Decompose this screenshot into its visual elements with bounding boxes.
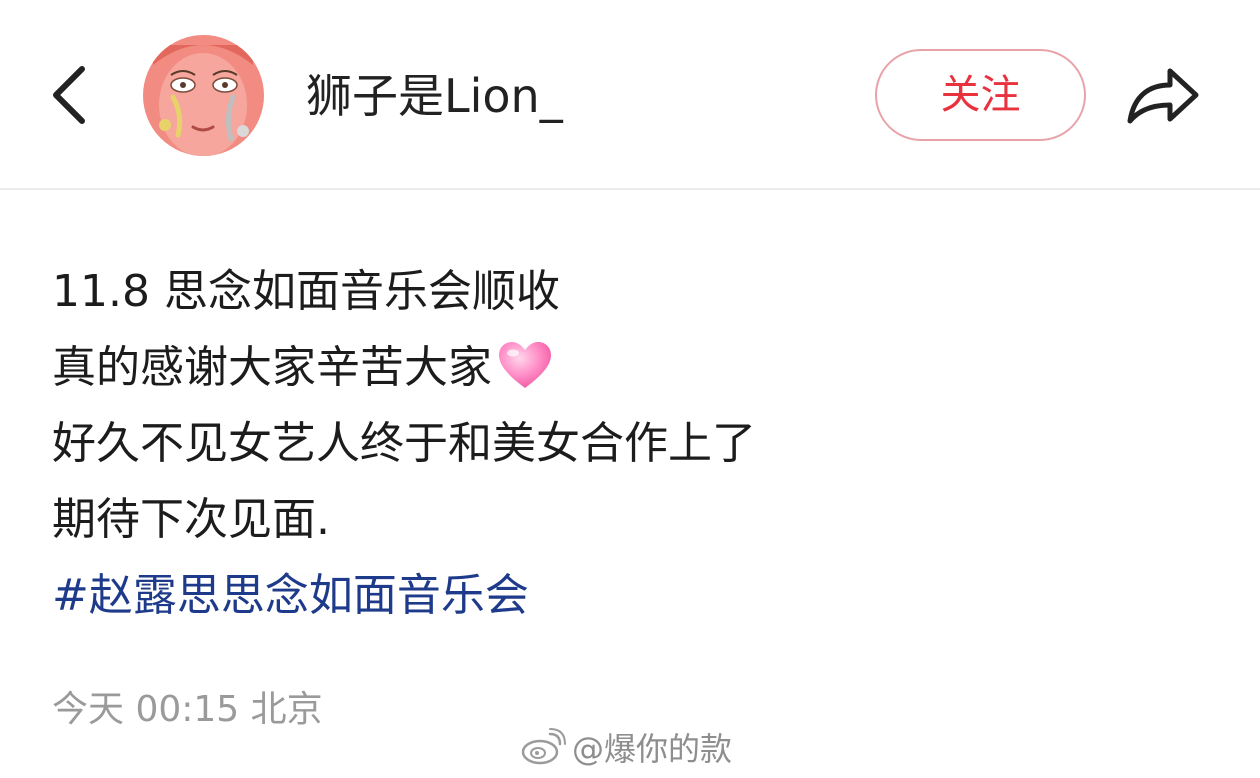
post-line-with-emoji: 真的感谢大家辛苦大家: [52, 330, 1232, 406]
follow-button[interactable]: 关注: [875, 49, 1086, 141]
post-header: 狮子是Lion_ 关注: [0, 0, 1260, 190]
share-arrow-icon: [1127, 68, 1199, 124]
share-button[interactable]: [1120, 55, 1205, 135]
hashtag-link[interactable]: #赵露思思念如面音乐会: [52, 558, 1232, 634]
watermark-text: @爆你的款: [572, 730, 733, 768]
avatar-illustration-icon: [143, 35, 264, 156]
post-line: 期待下次见面.: [52, 494, 330, 545]
post-line: 好久不见女艺人终于和美女合作上了: [52, 418, 756, 469]
post-time-location: 今天 00:15 北京: [52, 689, 323, 730]
watermark: @爆你的款: [520, 720, 732, 774]
post-body: 11.8 思念如面音乐会顺收 真的感谢大家辛苦大家 好久不见女艺人终于和美女合作…: [52, 254, 1232, 634]
post-line: 11.8 思念如面音乐会顺收: [52, 266, 560, 317]
weibo-logo-icon: [521, 728, 566, 765]
chevron-left-icon: [53, 66, 85, 124]
post-line-text: 真的感谢大家辛苦大家: [52, 342, 492, 393]
pink-heart-icon: [496, 340, 554, 392]
back-button[interactable]: [40, 55, 110, 135]
avatar[interactable]: [143, 35, 264, 156]
username[interactable]: 狮子是Lion_: [306, 66, 563, 126]
